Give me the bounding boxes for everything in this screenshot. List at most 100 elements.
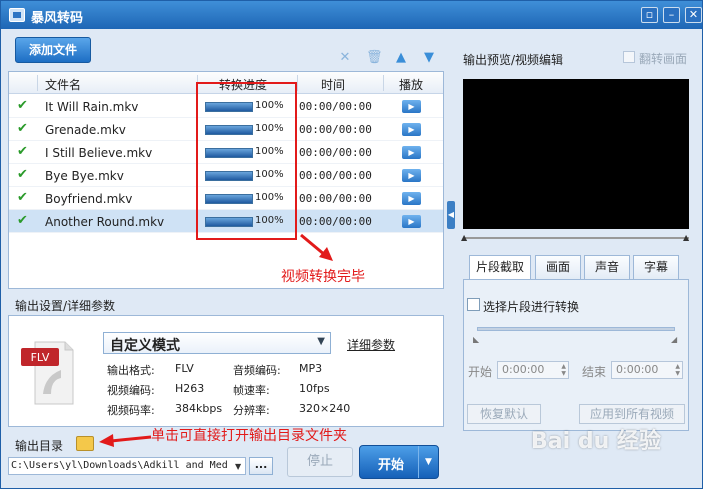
- check-icon: ✔: [17, 98, 28, 113]
- watermark: Bai du 经验: [531, 429, 661, 454]
- file-time: 00:00/00:00: [299, 146, 372, 159]
- spinner-icon[interactable]: ▲ ▼: [561, 363, 566, 377]
- seek-start-icon[interactable]: ▲: [461, 233, 467, 242]
- frame-rate-value: 10fps: [299, 382, 330, 395]
- delete-icon[interactable]: ✕: [338, 51, 352, 65]
- file-time: 00:00/00:00: [299, 169, 372, 182]
- check-icon: ✔: [17, 213, 28, 228]
- annotation-open-folder: 单击可直接打开输出目录文件夹: [151, 428, 347, 444]
- clip-range-slider[interactable]: [477, 327, 675, 331]
- annotation-arrow-icon: [99, 434, 152, 447]
- audio-codec-value: MP3: [299, 362, 323, 375]
- annotation-conversion-done: 视频转换完毕: [281, 269, 365, 285]
- chevron-down-icon: ▼: [317, 336, 325, 347]
- move-down-icon[interactable]: ▼: [422, 51, 436, 65]
- start-time-value: 0:00:00: [502, 363, 545, 376]
- restore-icon[interactable]: ▫: [641, 7, 658, 23]
- start-button[interactable]: 开始 ▼: [359, 445, 439, 479]
- restore-default-button[interactable]: 恢复默认: [467, 404, 541, 424]
- format-label: 输出格式:: [107, 364, 155, 377]
- play-icon[interactable]: ▶: [402, 169, 421, 182]
- file-name: It Will Rain.mkv: [45, 100, 139, 114]
- close-icon[interactable]: ✕: [685, 7, 702, 23]
- column-separator: [37, 75, 38, 91]
- trash-icon[interactable]: 🗑: [366, 51, 383, 65]
- clip-checkbox[interactable]: [467, 298, 480, 311]
- output-settings-label: 输出设置/详细参数: [15, 299, 116, 313]
- range-end-handle-icon[interactable]: ◢: [671, 335, 677, 344]
- seek-end-icon[interactable]: ▲: [683, 233, 689, 242]
- apply-all-button[interactable]: 应用到所有视频: [579, 404, 685, 424]
- check-icon: ✔: [17, 190, 28, 205]
- flip-checkbox[interactable]: [623, 51, 635, 63]
- file-time: 00:00/00:00: [299, 215, 372, 228]
- add-file-button[interactable]: 添加文件: [15, 37, 91, 63]
- end-time-value: 0:00:00: [616, 363, 659, 376]
- output-path-input[interactable]: C:\Users\yl\Downloads\Adkill and Med: [8, 457, 246, 475]
- range-start-handle-icon[interactable]: ◣: [473, 335, 479, 344]
- output-settings-panel: FLV 自定义模式 ▼ 详细参数 输出格式: FLV 音频编码: MP3 视频编…: [8, 315, 444, 427]
- start-button-label: 开始: [378, 458, 405, 473]
- flv-icon-label: FLV: [31, 351, 50, 364]
- video-codec-label: 视频编码:: [107, 384, 155, 397]
- file-name: Bye Bye.mkv: [45, 169, 124, 183]
- start-time-input[interactable]: 0:00:00 ▲ ▼: [497, 361, 569, 379]
- tab-clip[interactable]: 片段截取: [469, 255, 531, 281]
- title-bar[interactable]: 暴风转码 ▫ – ✕: [1, 1, 702, 29]
- chevron-down-icon[interactable]: ▼: [235, 462, 241, 471]
- tab-picture[interactable]: 画面: [535, 255, 581, 280]
- play-icon[interactable]: ▶: [402, 192, 421, 205]
- output-mode-select[interactable]: 自定义模式 ▼: [103, 332, 331, 354]
- column-play[interactable]: 播放: [399, 76, 423, 93]
- file-name: I Still Believe.mkv: [45, 146, 153, 160]
- play-icon[interactable]: ▶: [402, 100, 421, 113]
- format-value: FLV: [175, 362, 194, 375]
- file-name: Another Round.mkv: [45, 215, 165, 229]
- folder-icon[interactable]: [76, 436, 94, 451]
- video-preview: [463, 79, 689, 229]
- file-time: 00:00/00:00: [299, 100, 372, 113]
- main-window: 暴风转码 ▫ – ✕ 添加文件 ✕ 🗑 ▲ ▼ 文件名 转换进度 时间 播放 ✔…: [0, 0, 703, 489]
- file-time: 00:00/00:00: [299, 123, 372, 136]
- play-icon[interactable]: ▶: [402, 123, 421, 136]
- column-time[interactable]: 时间: [321, 76, 345, 93]
- end-time-input[interactable]: 0:00:00 ▲ ▼: [611, 361, 683, 379]
- stop-button[interactable]: 停止: [287, 447, 353, 477]
- output-mode-value: 自定义模式: [110, 338, 180, 354]
- chevron-down-icon[interactable]: ▼: [418, 446, 438, 478]
- output-dir-label: 输出目录: [15, 439, 64, 453]
- panel-collapse-handle[interactable]: ◀: [447, 201, 455, 229]
- spinner-icon[interactable]: ▲ ▼: [675, 363, 680, 377]
- window-title: 暴风转码: [31, 11, 84, 26]
- move-up-icon[interactable]: ▲: [394, 51, 408, 65]
- audio-codec-label: 音频编码:: [233, 364, 281, 377]
- browse-button[interactable]: ...: [249, 457, 273, 475]
- detail-params-link[interactable]: 详细参数: [347, 336, 395, 353]
- app-icon: [9, 8, 25, 22]
- preview-seek-slider[interactable]: [463, 237, 689, 239]
- tab-audio[interactable]: 声音: [584, 255, 630, 280]
- video-bitrate-label: 视频码率:: [107, 404, 155, 417]
- resolution-label: 分辨率:: [233, 404, 270, 417]
- check-icon: ✔: [17, 144, 28, 159]
- file-time: 00:00/00:00: [299, 192, 372, 205]
- file-name: Boyfriend.mkv: [45, 192, 133, 206]
- annotation-highlight-box: [196, 82, 297, 240]
- play-icon[interactable]: ▶: [402, 215, 421, 228]
- play-icon[interactable]: ▶: [402, 146, 421, 159]
- column-separator: [383, 75, 384, 91]
- clip-checkbox-label: 选择片段进行转换: [483, 300, 580, 314]
- file-name: Grenade.mkv: [45, 123, 126, 137]
- video-codec-value: H263: [175, 382, 205, 395]
- check-icon: ✔: [17, 121, 28, 136]
- end-time-label: 结束: [582, 365, 607, 379]
- tab-subtitle[interactable]: 字幕: [633, 255, 679, 280]
- column-separator: [297, 75, 298, 91]
- start-time-label: 开始: [468, 365, 493, 379]
- minimize-icon[interactable]: –: [663, 7, 680, 23]
- flv-file-icon: FLV: [21, 341, 74, 405]
- resolution-value: 320×240: [299, 402, 351, 415]
- preview-label: 输出预览/视频编辑: [463, 53, 564, 67]
- column-filename[interactable]: 文件名: [45, 76, 81, 93]
- frame-rate-label: 帧速率:: [233, 384, 270, 397]
